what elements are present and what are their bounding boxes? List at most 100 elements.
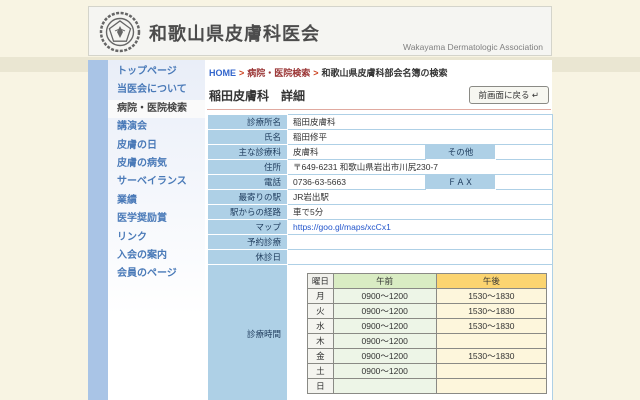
map-link[interactable]: https://goo.gl/maps/xcCx1 (293, 222, 391, 232)
site-header: 和歌山県皮膚科医会 Wakayama Dermatologic Associat… (88, 6, 552, 56)
schedule-day: 月 (308, 289, 334, 304)
table-row: 最寄りの駅 JR岩出駅 (208, 190, 553, 205)
detail-label: 最寄りの駅 (208, 190, 288, 205)
schedule-day: 金 (308, 349, 334, 364)
breadcrumb-home-link[interactable]: HOME (209, 68, 236, 78)
sidebar-item-medical-award[interactable]: 医学奨励賞 (108, 210, 205, 228)
association-seal-icon (99, 11, 141, 53)
detail-label: 診療時間 (208, 265, 288, 400)
schedule-row-fri: 金 0900〜1200 1530〜1830 (308, 349, 547, 364)
schedule-row-thu: 木 0900〜1200 (308, 334, 547, 349)
sidebar-item-skin-day[interactable]: 皮膚の日 (108, 137, 205, 155)
back-button[interactable]: 前画面に戻る ↵ (469, 86, 549, 104)
table-row: 休診日 (208, 250, 553, 265)
detail-value-nearest-station: JR岩出駅 (288, 190, 553, 205)
schedule-am: 0900〜1200 (333, 289, 436, 304)
breadcrumb-separator: > (310, 68, 321, 78)
schedule-day: 火 (308, 304, 334, 319)
detail-label: 電話 (208, 175, 288, 190)
table-row: 予約診療 (208, 235, 553, 250)
detail-value-hours: 曜日 午前 午後 月 0900〜1200 1530〜1830 火 0900〜12… (288, 265, 553, 400)
schedule-am (333, 379, 436, 394)
schedule-header-day: 曜日 (308, 274, 334, 289)
table-row: 氏名 稲田修平 (208, 130, 553, 145)
detail-label: 診療所名 (208, 115, 288, 130)
sidebar-item-skin-diseases[interactable]: 皮膚の病気 (108, 155, 205, 173)
detail-label: 駅からの経路 (208, 205, 288, 220)
schedule-day: 日 (308, 379, 334, 394)
breadcrumb-search-link[interactable]: 病院・医院検索 (247, 68, 310, 78)
schedule-pm (436, 334, 546, 349)
schedule-header-pm: 午後 (436, 274, 546, 289)
schedule-table: 曜日 午前 午後 月 0900〜1200 1530〜1830 火 0900〜12… (307, 273, 547, 394)
schedule-pm (436, 364, 546, 379)
schedule-am: 0900〜1200 (333, 334, 436, 349)
schedule-row-mon: 月 0900〜1200 1530〜1830 (308, 289, 547, 304)
detail-label: 予約診療 (208, 235, 288, 250)
table-row: マップ https://goo.gl/maps/xcCx1 (208, 220, 553, 235)
schedule-am: 0900〜1200 (333, 349, 436, 364)
breadcrumb: HOME>病院・医院検索>和歌山県皮膚科部会名簿の検索 (207, 64, 551, 79)
schedule-pm: 1530〜1830 (436, 319, 546, 334)
detail-value-address: 〒649-6231 和歌山県岩出市川尻230-7 (288, 160, 553, 175)
sidebar-item-surveillance[interactable]: サーベイランス (108, 173, 205, 191)
detail-label: 主な診療科 (208, 145, 288, 160)
schedule-row-tue: 火 0900〜1200 1530〜1830 (308, 304, 547, 319)
table-row: 住所 〒649-6231 和歌山県岩出市川尻230-7 (208, 160, 553, 175)
detail-label-other: その他 (426, 145, 496, 160)
detail-value-phone: 0736-63-5663 (288, 175, 426, 190)
schedule-day: 木 (308, 334, 334, 349)
sidebar-accent-strip (88, 60, 108, 400)
title-row: 稲田皮膚科 詳細 前画面に戻る ↵ (207, 86, 551, 110)
breadcrumb-current: 和歌山県皮膚科部会名簿の検索 (322, 68, 448, 78)
main-content: HOME>病院・医院検索>和歌山県皮膚科部会名簿の検索 稲田皮膚科 詳細 前画面… (205, 60, 552, 400)
schedule-pm: 1530〜1830 (436, 304, 546, 319)
detail-value-doctor-name: 稲田修平 (288, 130, 553, 145)
schedule-row-sat: 土 0900〜1200 (308, 364, 547, 379)
detail-value-appointment (288, 235, 553, 250)
schedule-am: 0900〜1200 (333, 319, 436, 334)
schedule-pm: 1530〜1830 (436, 289, 546, 304)
schedule-header-row: 曜日 午前 午後 (308, 274, 547, 289)
sidebar-item-about[interactable]: 当医会について (108, 81, 205, 99)
site-title: 和歌山県皮膚科医会 (149, 20, 320, 46)
detail-label: 氏名 (208, 130, 288, 145)
detail-label-fax: ＦＡＸ (426, 175, 496, 190)
table-row: 電話 0736-63-5663 ＦＡＸ (208, 175, 553, 190)
schedule-pm: 1530〜1830 (436, 349, 546, 364)
detail-value-route: 車で5分 (288, 205, 553, 220)
table-row: 駅からの経路 車で5分 (208, 205, 553, 220)
schedule-row-wed: 水 0900〜1200 1530〜1830 (308, 319, 547, 334)
sidebar-item-membership[interactable]: 入会の案内 (108, 247, 205, 265)
detail-value-clinic-name: 稲田皮膚科 (288, 115, 553, 130)
detail-value-closed-days (288, 250, 553, 265)
table-row: 主な診療科 皮膚科 その他 (208, 145, 553, 160)
page-title: 稲田皮膚科 詳細 (209, 87, 305, 104)
sidebar-item-hospital-search[interactable]: 病院・医院検索 (108, 100, 205, 118)
table-row: 診療時間 曜日 午前 午後 月 0900〜1200 1530〜1830 火 (208, 265, 553, 400)
schedule-day: 水 (308, 319, 334, 334)
detail-label: マップ (208, 220, 288, 235)
sidebar-item-links[interactable]: リンク (108, 229, 205, 247)
schedule-header-am: 午前 (333, 274, 436, 289)
table-row: 診療所名 稲田皮膚科 (208, 115, 553, 130)
schedule-day: 土 (308, 364, 334, 379)
detail-value-department: 皮膚科 (288, 145, 426, 160)
clinic-details-table: 診療所名 稲田皮膚科 氏名 稲田修平 主な診療科 皮膚科 その他 住所 〒649… (207, 114, 553, 400)
breadcrumb-separator: > (236, 68, 247, 78)
sidebar-nav: トップページ 当医会について 病院・医院検索 講演会 皮膚の日 皮膚の病気 サー… (108, 60, 205, 400)
schedule-row-sun: 日 (308, 379, 547, 394)
schedule-am: 0900〜1200 (333, 364, 436, 379)
detail-value-other-department (496, 145, 553, 160)
sidebar-item-lectures[interactable]: 講演会 (108, 118, 205, 136)
detail-value-map: https://goo.gl/maps/xcCx1 (288, 220, 553, 235)
site-subtitle: Wakayama Dermatologic Association (403, 42, 543, 52)
detail-label: 休診日 (208, 250, 288, 265)
sidebar-item-members-page[interactable]: 会員のページ (108, 265, 205, 283)
detail-label: 住所 (208, 160, 288, 175)
schedule-pm (436, 379, 546, 394)
sidebar-item-achievements[interactable]: 業績 (108, 192, 205, 210)
sidebar-item-top-page[interactable]: トップページ (108, 63, 205, 81)
schedule-am: 0900〜1200 (333, 304, 436, 319)
detail-value-fax (496, 175, 553, 190)
